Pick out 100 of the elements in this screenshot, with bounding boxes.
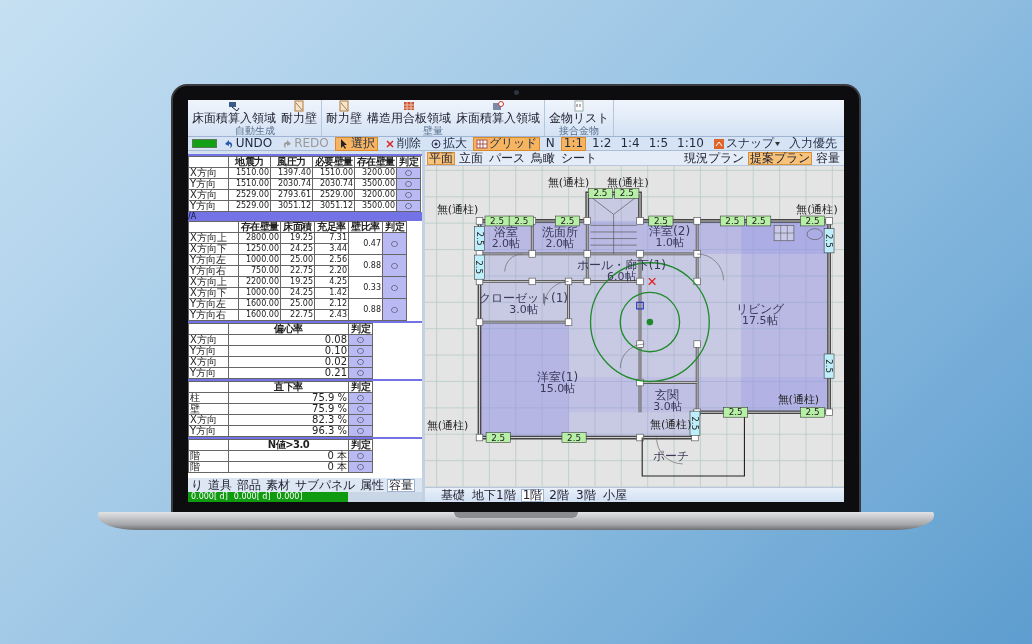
table-cell: 96.3 % bbox=[228, 425, 349, 437]
post-marker bbox=[693, 250, 701, 258]
view-tab[interactable]: 立面 bbox=[457, 151, 485, 165]
snap-menu[interactable]: スナップ bbox=[710, 136, 783, 151]
row-label: Y方向左 bbox=[188, 254, 239, 266]
caret-icon bbox=[775, 141, 780, 146]
post-marker bbox=[564, 318, 573, 326]
post-marker bbox=[693, 217, 701, 225]
inner-radius-circle bbox=[619, 291, 681, 353]
table-cell: 2030.74 bbox=[312, 178, 355, 190]
floor-tab[interactable]: 基礎 bbox=[439, 488, 467, 502]
toolbar-button[interactable]: 1:4 bbox=[617, 136, 643, 151]
table-cell: 1000.00 bbox=[238, 287, 281, 299]
table-cell: 0.08 bbox=[228, 334, 349, 346]
post-marker bbox=[636, 217, 644, 225]
plan-tab[interactable]: 現況プラン bbox=[682, 151, 746, 165]
row-label: Y方向左 bbox=[188, 298, 239, 310]
delete-button[interactable]: 削除 bbox=[380, 136, 424, 151]
ribbon-button[interactable]: 床面積算入領域 bbox=[455, 100, 541, 125]
plan-tab[interactable]: 提案プラン bbox=[748, 151, 812, 165]
floor-tab[interactable]: 2階 bbox=[547, 488, 571, 502]
table-cell: 75.9 % bbox=[228, 403, 349, 415]
table-header bbox=[188, 381, 229, 393]
view-tab[interactable]: シート bbox=[559, 151, 599, 165]
floor-tab[interactable]: 地下1階 bbox=[470, 488, 518, 502]
row-label: X方向 bbox=[188, 356, 229, 368]
table-header bbox=[188, 221, 239, 233]
ribbon-button[interactable]: 構造用合板領域 bbox=[366, 100, 452, 125]
row-label: 柱 bbox=[188, 392, 229, 404]
target-icon bbox=[429, 137, 442, 150]
table-cell: 7.31 bbox=[314, 232, 349, 244]
post-marker bbox=[528, 250, 536, 258]
toolbar-button[interactable]: N bbox=[542, 136, 558, 151]
row-label: Y方向右 bbox=[188, 265, 239, 277]
wall-panel: 2.5 bbox=[485, 432, 511, 443]
row-label: X方向 bbox=[188, 414, 229, 426]
floor-tab[interactable]: 1階 bbox=[520, 488, 545, 502]
ribbon-button[interactable]: 床面積算入領域 bbox=[191, 100, 277, 125]
table-header: 判定 bbox=[348, 381, 373, 393]
judgment-cell: ○ bbox=[348, 425, 373, 437]
table-cell: 24.25 bbox=[280, 287, 315, 299]
view-tab[interactable]: 平面 bbox=[427, 151, 455, 165]
toolbar-button[interactable]: 1:10 bbox=[674, 136, 707, 151]
table-cell: 3500.00 bbox=[354, 178, 397, 190]
ribbon-button[interactable]: 金物リスト bbox=[548, 100, 610, 125]
post-label: 無(通柱) bbox=[650, 417, 692, 431]
plan-tab[interactable]: 容量 bbox=[814, 151, 842, 165]
panel-tab[interactable]: サブパネル bbox=[293, 478, 357, 492]
room-name: 洗面所 bbox=[541, 225, 578, 240]
ribbon-button[interactable]: 耐力壁 bbox=[280, 100, 318, 125]
judgment-cell: ○ bbox=[396, 167, 421, 179]
table-header: 判定 bbox=[396, 156, 421, 168]
toolbar-button[interactable]: 1:5 bbox=[645, 136, 672, 151]
wall-panel: 2.5 bbox=[484, 215, 510, 227]
table-cell: 3.44 bbox=[314, 243, 349, 255]
wall-icon bbox=[293, 100, 305, 112]
grid-icon bbox=[475, 137, 488, 150]
table-cell: 19.25 bbox=[280, 276, 315, 288]
row-label: X方向上 bbox=[188, 276, 239, 288]
toolbar-button[interactable]: 入力優先 bbox=[786, 136, 840, 151]
panel-tab[interactable]: り bbox=[189, 478, 205, 492]
table-header: N値>3.0 bbox=[228, 439, 349, 451]
post-marker bbox=[475, 318, 484, 326]
wall-icon bbox=[338, 100, 350, 112]
toolbar-button[interactable]: 1:2 bbox=[589, 136, 615, 151]
room-area: 3.0帖 bbox=[509, 303, 538, 317]
row-label: Y方向 bbox=[188, 345, 229, 357]
row-label: Y方向右 bbox=[188, 309, 239, 321]
panel-tab[interactable]: 道具 bbox=[206, 478, 234, 492]
table-cell: 1397.40 bbox=[270, 167, 313, 179]
table-header: 必要壁量 bbox=[312, 156, 355, 168]
table-cell: 1510.00 bbox=[228, 167, 271, 179]
table-cell: 2200.00 bbox=[238, 276, 281, 288]
undo-button[interactable]: UNDO bbox=[219, 136, 276, 151]
sink-fixture bbox=[773, 225, 823, 242]
table-header: 風圧力 bbox=[270, 156, 313, 168]
cross-icon bbox=[383, 137, 396, 150]
view-tab[interactable]: パース bbox=[487, 151, 527, 165]
post-marker bbox=[693, 340, 701, 348]
room-area: 2.0帖 bbox=[491, 237, 521, 251]
panel-tab[interactable]: 属性 bbox=[358, 478, 386, 492]
redo-icon bbox=[281, 137, 294, 150]
region-icon bbox=[492, 100, 504, 112]
wall-panel: 2.5 bbox=[474, 254, 485, 280]
floor-tab[interactable]: 3階 bbox=[573, 488, 598, 502]
table-cell: 2793.61 bbox=[270, 189, 313, 201]
table-cell: 3500.00 bbox=[354, 200, 397, 212]
wall-panel: 2.5 bbox=[588, 188, 613, 199]
table-header bbox=[188, 323, 229, 335]
view-tab[interactable]: 鳥瞰 bbox=[529, 151, 557, 165]
ribbon-button[interactable]: 耐力壁 bbox=[325, 100, 363, 125]
floor-tab[interactable]: 小屋 bbox=[600, 488, 629, 502]
post-label: 無(通柱) bbox=[796, 203, 838, 217]
panel-tab[interactable]: 容量 bbox=[387, 478, 415, 492]
judgment-cell: ○ bbox=[396, 189, 421, 201]
wall-panel: 2.5 bbox=[823, 353, 835, 379]
zoom-button[interactable]: 拡大 bbox=[426, 136, 470, 151]
table-cell: 25.00 bbox=[280, 254, 315, 266]
panel-tab[interactable]: 素材 bbox=[264, 478, 292, 492]
panel-tab[interactable]: 部品 bbox=[235, 478, 263, 492]
